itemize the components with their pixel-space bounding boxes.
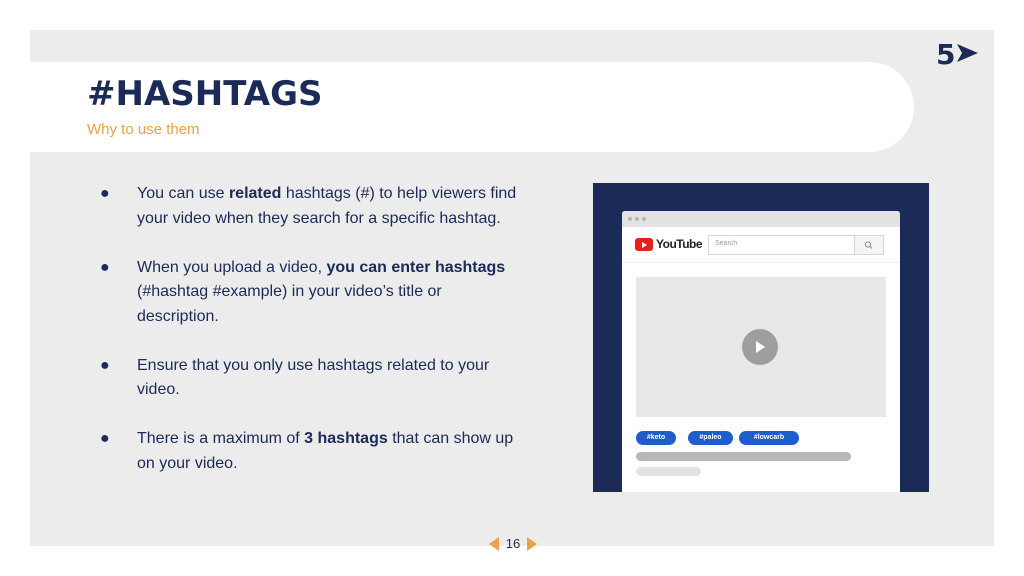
bullet-item: ● When you upload a video, you can enter …	[98, 256, 518, 330]
bullet-text: When you upload a video, you can enter h…	[137, 259, 505, 325]
bullet-bold-text: you can enter hashtags	[326, 258, 506, 276]
bullet-text: There is a maximum of 3 hashtags that ca…	[137, 430, 513, 472]
bullet-list: ● You can use related hashtags (#) to hel…	[98, 182, 518, 501]
window-dot-icon	[628, 217, 632, 221]
bullet-bold-text: related	[228, 185, 282, 202]
search-input[interactable]: Search	[708, 235, 884, 255]
page-number: 16	[505, 536, 521, 551]
next-arrow-icon[interactable]	[527, 537, 537, 551]
slide-subtitle: Why to use them	[87, 121, 200, 138]
youtube-wordmark: YouTube	[656, 237, 703, 251]
window-dot-icon	[635, 217, 639, 221]
bullet-text-segment: When you upload a video,	[137, 258, 327, 276]
search-button[interactable]	[854, 236, 883, 254]
window-dot-icon	[642, 217, 646, 221]
hashtag-chip[interactable]: #keto	[636, 431, 676, 445]
bullet-dot: ●	[100, 356, 110, 374]
search-icon	[864, 241, 873, 249]
play-icon[interactable]	[742, 329, 778, 365]
bullet-text-segment: You can use	[137, 185, 229, 202]
bullet-text-segment: There is a maximum of	[137, 430, 305, 447]
bullet-dot: ●	[100, 185, 110, 202]
search-placeholder: Search	[715, 240, 738, 247]
logo-digit: 5	[936, 38, 955, 68]
logo-arrow	[957, 44, 978, 62]
hashtag-chip[interactable]: #lowcarb	[739, 431, 799, 445]
bullet-dot: ●	[100, 258, 110, 276]
bullet-item: ● There is a maximum of 3 hashtags that c…	[98, 427, 518, 476]
bullet-text-segment: (#hashtag #example) in your video’s titl…	[137, 283, 442, 325]
browser-titlebar	[622, 211, 900, 227]
title-placeholder-bar	[636, 452, 851, 461]
meta-placeholder-bar	[636, 467, 701, 476]
prev-arrow-icon[interactable]	[489, 537, 499, 551]
brand-logo: 5	[936, 38, 978, 68]
video-player[interactable]	[636, 277, 886, 417]
bullet-bold-text: 3 hashtags	[304, 430, 388, 447]
bullet-item: ● You can use related hashtags (#) to hel…	[98, 182, 518, 231]
bullet-text: You can use related hashtags (#) to help…	[137, 185, 516, 227]
bullet-item: ● Ensure that you only use hashtags relat…	[98, 354, 518, 403]
header-divider	[622, 262, 900, 263]
bullet-text: Ensure that you only use hashtags relate…	[137, 357, 489, 399]
bullet-text-segment: Ensure that you only use hashtags relate…	[137, 356, 490, 399]
slide-title: #HASHTAGS	[87, 74, 323, 114]
youtube-play-icon	[635, 238, 653, 251]
hashtag-chip[interactable]: #paleo	[688, 431, 733, 445]
bullet-dot: ●	[100, 430, 110, 447]
browser-window: YouTube Search #keto #paleo #lowcarb	[622, 211, 900, 492]
youtube-logo: YouTube	[635, 237, 703, 252]
page-indicator: 16	[489, 536, 537, 552]
